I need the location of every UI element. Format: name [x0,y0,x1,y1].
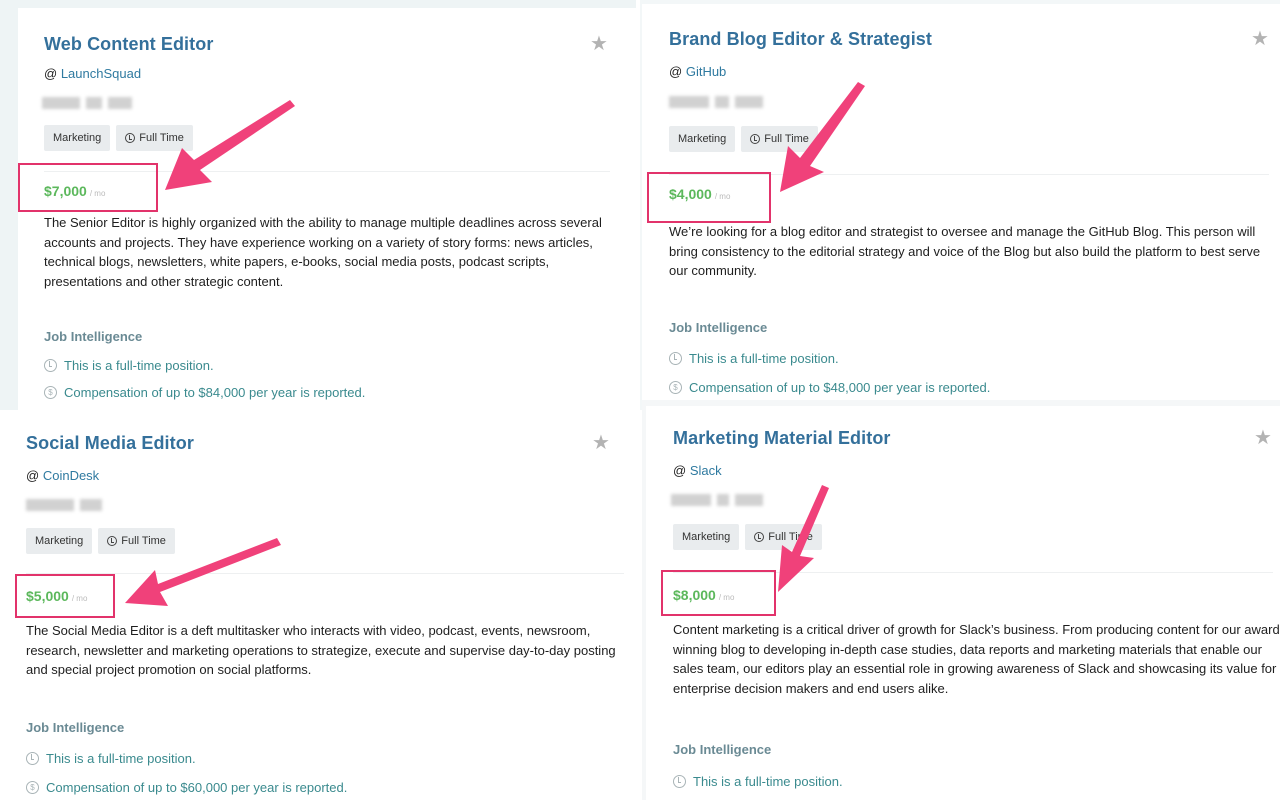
at-symbol: @ [26,468,40,483]
tag-category[interactable]: Marketing [673,524,740,550]
clock-icon [107,536,118,546]
intel-item-compensation: $ Compensation of up to $84,000 per year … [44,385,365,400]
intel-text: This is a full-time position. [689,351,839,366]
clock-icon [26,752,39,765]
tag-label: Full Time [121,535,166,547]
tag-list: Marketing Full Time [26,528,175,554]
intel-text: Compensation of up to $84,000 per year i… [64,385,366,400]
star-icon[interactable]: ★ [1254,428,1274,448]
tag-label: Marketing [678,133,727,145]
intel-item-fulltime: This is a full-time position. [673,774,843,789]
dollar-circle-icon: $ [44,386,57,399]
job-title[interactable]: Social Media Editor [26,433,194,454]
tag-job-type[interactable]: Full Time [116,125,193,151]
intel-item-compensation: $ Compensation of up to $60,000 per year … [26,780,347,795]
intel-item-fulltime: This is a full-time position. [44,358,214,373]
tag-label: Full Time [764,133,809,145]
salary-highlight-box [661,570,776,616]
tag-label: Marketing [35,535,84,547]
blurred-date [42,97,132,109]
job-description: We’re looking for a blog editor and stra… [669,224,1261,278]
dollar-circle-icon: $ [669,381,682,394]
job-title[interactable]: Brand Blog Editor & Strategist [669,29,932,50]
company-link[interactable]: CoinDesk [43,468,99,483]
at-symbol: @ [669,64,683,79]
blurred-date [26,499,102,511]
tag-list: Marketing Full Time [673,524,822,550]
intel-text: This is a full-time position. [693,774,843,789]
job-intelligence-heading: Job Intelligence [44,329,143,344]
intel-text: Compensation of up to $60,000 per year i… [46,780,348,795]
job-listings-collage: Web Content Editor ★ @ LaunchSquad Marke… [0,0,1280,800]
company-link[interactable]: LaunchSquad [61,66,141,81]
tag-category[interactable]: Marketing [669,126,736,152]
clock-icon [673,775,686,788]
intel-item-fulltime: This is a full-time position. [26,751,196,766]
clock-icon [669,352,682,365]
company-line: @ LaunchSquad [44,66,141,81]
salary-highlight-box [647,172,771,223]
job-title[interactable]: Marketing Material Editor [673,428,891,449]
intel-text: This is a full-time position. [64,358,214,373]
company-line: @ Slack [673,463,722,478]
intel-item-fulltime: This is a full-time position. [669,351,839,366]
job-intelligence-heading: Job Intelligence [669,320,768,335]
intel-item-compensation: $ Compensation of up to $48,000 per year … [669,380,990,395]
job-description: The Social Media Editor is a deft multit… [26,623,616,677]
clock-icon [750,134,761,144]
tag-label: Full Time [768,531,813,543]
clock-icon [44,359,57,372]
job-description: The Senior Editor is highly organized wi… [44,215,602,289]
tag-list: Marketing Full Time [44,125,193,151]
at-symbol: @ [44,66,58,81]
blurred-date [669,96,763,108]
tag-category[interactable]: Marketing [26,528,93,554]
job-title[interactable]: Web Content Editor [44,34,213,55]
tag-list: Marketing Full Time [669,126,818,152]
salary-highlight-box [15,574,115,618]
at-symbol: @ [673,463,687,478]
star-icon[interactable]: ★ [1251,29,1271,49]
company-line: @ GitHub [669,64,726,79]
tag-label: Marketing [53,132,102,144]
intel-text: Compensation of up to $48,000 per year i… [689,380,991,395]
job-intelligence-heading: Job Intelligence [673,742,772,757]
tag-label: Full Time [139,132,184,144]
job-description: Content marketing is a critical driver o… [673,622,1280,696]
company-line: @ CoinDesk [26,468,99,483]
salary-highlight-box [18,163,158,212]
tag-job-type[interactable]: Full Time [745,524,822,550]
tag-job-type[interactable]: Full Time [98,528,175,554]
company-link[interactable]: Slack [690,463,722,478]
clock-icon [125,133,136,143]
dollar-circle-icon: $ [26,781,39,794]
intel-text: This is a full-time position. [46,751,196,766]
divider [26,573,624,574]
star-icon[interactable]: ★ [592,433,612,453]
tag-category[interactable]: Marketing [44,125,111,151]
star-icon[interactable]: ★ [590,34,610,54]
tag-label: Marketing [682,531,731,543]
blurred-date [671,494,763,506]
job-intelligence-heading: Job Intelligence [26,720,125,735]
company-link[interactable]: GitHub [686,64,726,79]
clock-icon [754,532,765,542]
tag-job-type[interactable]: Full Time [741,126,818,152]
